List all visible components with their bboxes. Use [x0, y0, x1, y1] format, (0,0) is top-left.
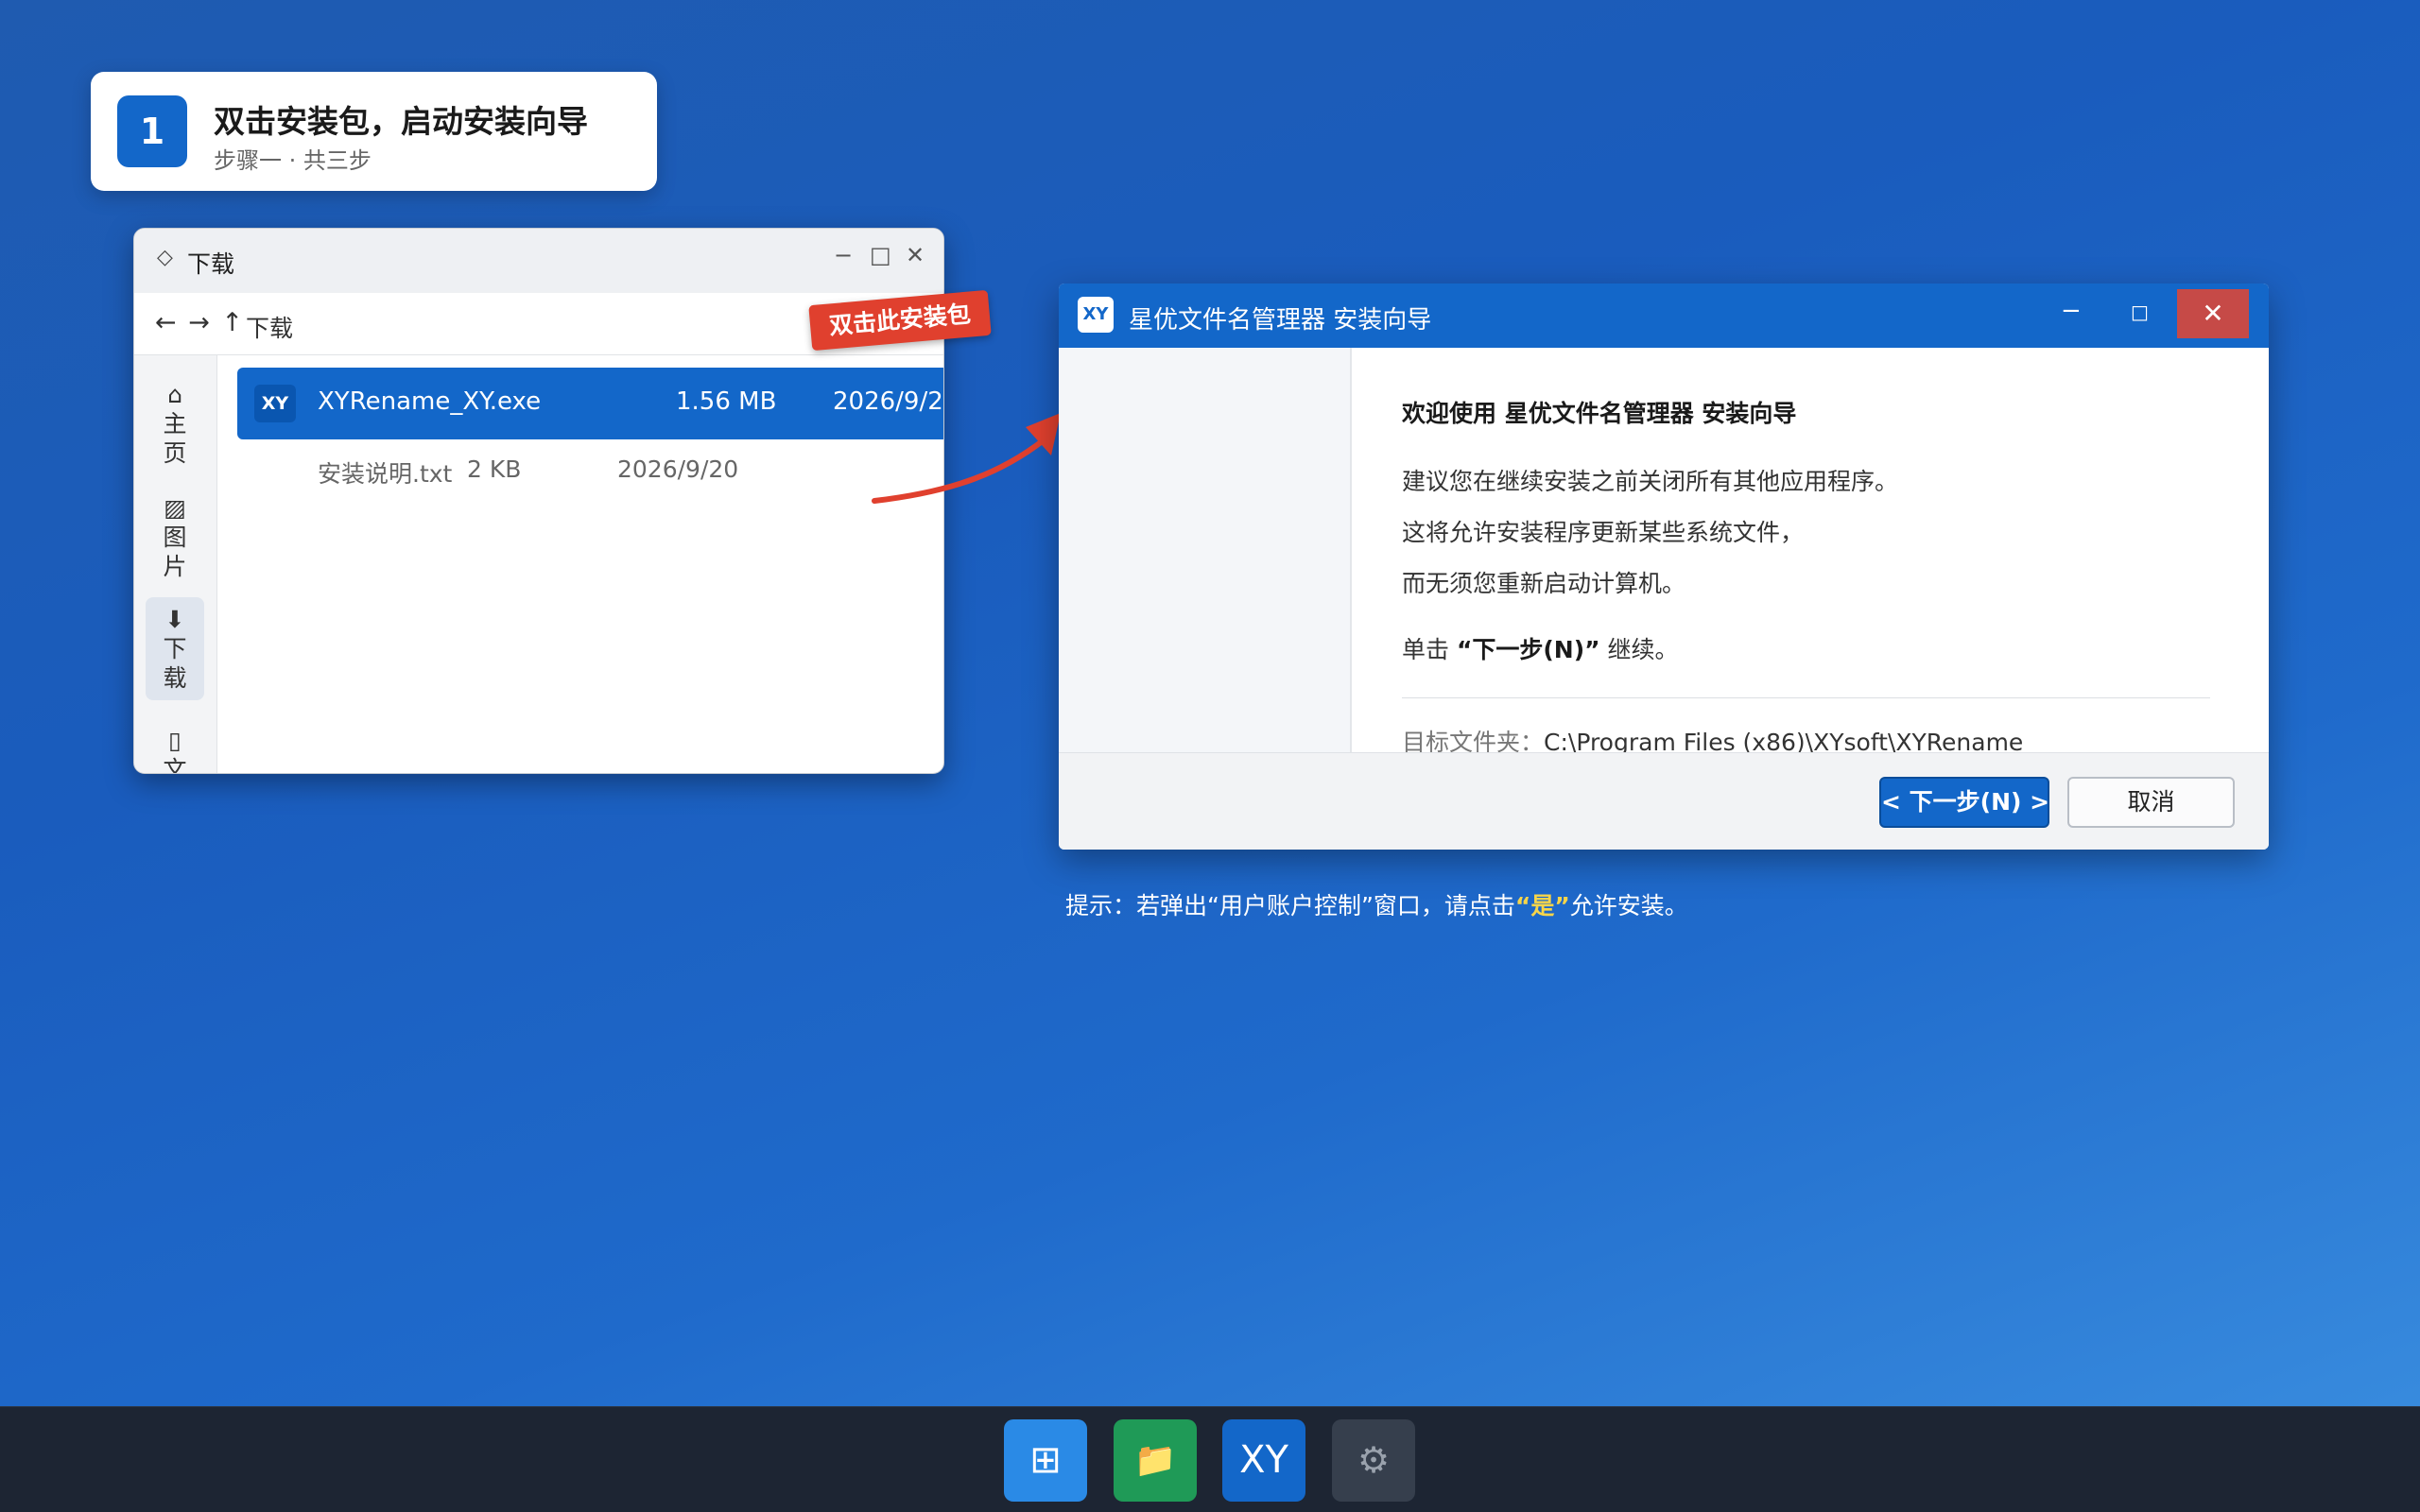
- installer-title: 星优文件名管理器 安装向导: [1129, 306, 1432, 335]
- folder-icon[interactable]: 📁: [1114, 1419, 1197, 1502]
- instruction-text: 而无须您重新启动计算机。: [1402, 570, 1686, 597]
- instruction-text: 这将允许安装程序更新某些系统文件，: [1402, 519, 1805, 546]
- file-row-readme[interactable]: 安装说明.txt 2 KB 2026/9/20: [237, 437, 899, 508]
- sidebar-item-label: 下载: [163, 635, 187, 692]
- sidebar-item-label: 主页: [163, 410, 187, 467]
- uac-tip: 提示：若弹出“用户账户控制”窗口，请点击“是”允许安装。: [1065, 887, 1688, 921]
- xy-logo-icon: XY: [1078, 297, 1114, 333]
- cancel-button[interactable]: 取消: [2067, 777, 2235, 828]
- target-folder-path: C:\Program Files (x86)\XYsoft\XYRename: [1544, 729, 2024, 752]
- address-path[interactable]: 下载: [246, 310, 293, 344]
- maximize-icon[interactable]: □: [2131, 301, 2149, 323]
- welcome-heading: 欢迎使用 星优文件名管理器 安装向导: [1402, 400, 1797, 427]
- target-folder: 目标文件夹：C:\Program Files (x86)\XYsoft\XYRe…: [1402, 724, 2023, 752]
- continue-suffix: 继续。: [1599, 636, 1679, 663]
- maximize-icon[interactable]: □: [870, 242, 891, 268]
- xy-app-icon: XY: [254, 385, 296, 422]
- xy-app-taskbar-icon[interactable]: XY: [1222, 1419, 1305, 1502]
- explorer-title: 下载: [187, 250, 235, 278]
- tip-prefix: 提示：若弹出“用户账户控制”窗口，请点击: [1065, 892, 1515, 919]
- sidebar-item-home[interactable]: ⌂ 主页: [146, 380, 204, 468]
- file-date: 2026/9/20: [617, 455, 739, 483]
- continue-prefix: 单击: [1402, 636, 1457, 663]
- close-icon[interactable]: ✕: [906, 242, 925, 268]
- installer-footer: < 下一步(N) > 取消: [1059, 752, 2269, 850]
- target-folder-label: 目标文件夹：: [1402, 729, 1545, 752]
- tip-suffix: 允许安装。: [1569, 892, 1688, 919]
- sidebar-item-label: 图片: [163, 524, 187, 580]
- continue-instruction: 单击 “下一步(N)” 继续。: [1402, 631, 1679, 665]
- divider: [1402, 697, 2210, 698]
- step-title: 双击安装包，启动安装向导: [214, 103, 588, 140]
- tip-highlight: “是”: [1514, 892, 1570, 919]
- step-subtitle: 步骤一 · 共三步: [214, 147, 372, 174]
- file-row-installer[interactable]: XY XYRename_XY.exe 1.56 MB 2026/9/20: [237, 368, 943, 439]
- installer-content: 欢迎使用 星优文件名管理器 安装向导 建议您在继续安装之前关闭所有其他应用程序。…: [1402, 348, 2269, 752]
- nav-arrows-icon[interactable]: ← → ↑: [155, 308, 245, 337]
- explorer-titlebar[interactable]: ◇ 下载 − □ ✕: [134, 229, 943, 293]
- installer-titlebar[interactable]: XY 星优文件名管理器 安装向导 − □ ✕: [1059, 284, 2269, 348]
- file-size: 2 KB: [467, 455, 522, 483]
- image-icon: ▨: [164, 494, 186, 522]
- close-button[interactable]: ✕: [2177, 289, 2249, 338]
- next-button[interactable]: < 下一步(N) >: [1879, 777, 2049, 828]
- step-card: 1 双击安装包，启动安装向导 步骤一 · 共三步: [91, 72, 657, 191]
- next-step-emphasis: “下一步(N)”: [1456, 636, 1600, 663]
- sidebar-item-pictures[interactable]: ▨ 图片: [146, 493, 204, 581]
- sidebar-item-documents[interactable]: ▯ 文: [146, 726, 204, 774]
- file-name: XYRename_XY.exe: [318, 387, 542, 416]
- installer-dialog: XY 星优文件名管理器 安装向导 − □ ✕ 欢迎使用 星优文件名管理器 安装向…: [1059, 284, 2269, 850]
- sidebar-item-label: 文: [163, 756, 187, 774]
- folder-diamond-icon: ◇: [157, 246, 173, 269]
- start-icon[interactable]: ⊞: [1004, 1419, 1087, 1502]
- file-date: 2026/9/20: [833, 387, 943, 416]
- explorer-sidebar: ⌂ 主页 ▨ 图片 ⬇ 下载 ▯ 文: [134, 355, 217, 773]
- explorer-window-controls: − □ ✕: [834, 242, 925, 268]
- home-icon: ⌂: [167, 381, 182, 408]
- step-number-badge: 1: [117, 95, 187, 167]
- instruction-text: 建议您在继续安装之前关闭所有其他应用程序。: [1402, 468, 1899, 495]
- file-name: 安装说明.txt: [318, 460, 453, 488]
- taskbar: ⊞ 📁 XY ⚙: [0, 1406, 2420, 1512]
- sidebar-item-downloads[interactable]: ⬇ 下载: [146, 597, 204, 700]
- minimize-icon[interactable]: −: [834, 242, 853, 268]
- minimize-icon[interactable]: −: [2061, 297, 2082, 325]
- file-size: 1.56 MB: [676, 387, 777, 416]
- gear-icon[interactable]: ⚙: [1332, 1419, 1415, 1502]
- download-icon: ⬇: [164, 606, 185, 633]
- document-icon: ▯: [168, 727, 182, 754]
- installer-side-panel: [1059, 348, 1352, 752]
